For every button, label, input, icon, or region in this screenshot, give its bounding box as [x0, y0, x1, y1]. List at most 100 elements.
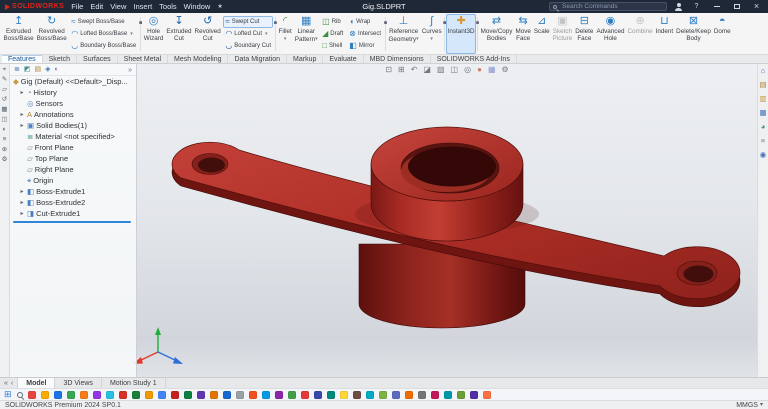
- tree-item[interactable]: ◨ Cut-Extrude1: [10, 208, 136, 219]
- rotate-tool-icon[interactable]: ↺: [2, 96, 7, 103]
- taskbar-app-icon[interactable]: [222, 390, 231, 399]
- ribbon-small-button[interactable]: ◡ Boundary Boss/Base: [69, 40, 138, 52]
- ribbon-button[interactable]: ◎ Hole Wizard: [142, 14, 165, 54]
- ribbon-small-button[interactable]: □ Shell: [320, 40, 345, 52]
- ribbon-button[interactable]: ▪: [443, 17, 447, 51]
- taskbar-app-icon[interactable]: [443, 390, 452, 399]
- user-account-icon[interactable]: [674, 2, 683, 11]
- zoom-tool-icon[interactable]: ⊕: [2, 146, 7, 153]
- ribbon-button[interactable]: ⊔ Indent: [654, 14, 675, 54]
- taskbar-app-icon[interactable]: [404, 390, 413, 399]
- forum-icon[interactable]: ◉: [760, 151, 767, 159]
- commandmanager-tab[interactable]: MBD Dimensions: [364, 55, 431, 63]
- tab-scroll-left-icon[interactable]: «: [4, 380, 8, 387]
- ribbon-button[interactable]: ↧ Extruded Cut: [165, 14, 193, 54]
- zoom-fit-icon[interactable]: ⊡: [385, 65, 392, 74]
- commandmanager-tab[interactable]: SOLIDWORKS Add-Ins: [431, 55, 517, 63]
- commandmanager-tab[interactable]: Sheet Metal: [118, 55, 169, 63]
- appearance-tool-icon[interactable]: ◐: [3, 126, 7, 133]
- tree-item[interactable]: ▱ Top Plane: [10, 153, 136, 164]
- taskbar-app-icon[interactable]: [469, 390, 478, 399]
- tree-item[interactable]: ⌖ Origin: [10, 175, 136, 186]
- model-tab[interactable]: Model: [18, 378, 56, 388]
- taskbar-search-icon[interactable]: [16, 391, 23, 398]
- expand-caret-icon[interactable]: [19, 188, 25, 195]
- ribbon-button[interactable]: ↺ Revolved Cut: [193, 14, 222, 54]
- ribbon-button[interactable]: ⊿ Scale: [532, 14, 551, 54]
- taskbar-app-icon[interactable]: [378, 390, 387, 399]
- hide-show-items-icon[interactable]: ◎: [464, 65, 471, 74]
- model-part[interactable]: [171, 126, 741, 329]
- expand-caret-icon[interactable]: [19, 111, 25, 118]
- taskbar-app-icon[interactable]: [313, 390, 322, 399]
- ribbon-button[interactable]: ▪: [384, 17, 387, 51]
- taskbar-app-icon[interactable]: [118, 390, 127, 399]
- taskbar-app-icon[interactable]: [170, 390, 179, 399]
- displaymanager-tab-icon[interactable]: ◐: [55, 66, 59, 74]
- ribbon-small-button[interactable]: ⊗ Intersect: [347, 28, 383, 40]
- taskbar-app-icon[interactable]: [261, 390, 270, 399]
- configurationmanager-tab-icon[interactable]: ▤: [35, 66, 42, 74]
- previous-view-icon[interactable]: ↶: [411, 65, 418, 74]
- expand-caret-icon[interactable]: [19, 122, 25, 129]
- expand-caret-icon[interactable]: [19, 199, 25, 206]
- expand-caret-icon[interactable]: [19, 89, 25, 96]
- tree-item[interactable]: ◧ Boss-Extrude2: [10, 197, 136, 208]
- taskbar-app-icon[interactable]: [430, 390, 439, 399]
- taskbar-app-icon[interactable]: [144, 390, 153, 399]
- ribbon-button[interactable]: ↻ Revolved Boss/Base: [35, 14, 68, 54]
- rollback-bar[interactable]: [13, 221, 131, 223]
- taskbar-app-icon[interactable]: [92, 390, 101, 399]
- tree-item[interactable]: ▱ Right Plane: [10, 164, 136, 175]
- ribbon-button[interactable]: ▪: [274, 17, 277, 51]
- propertymanager-tab-icon[interactable]: ◩: [24, 66, 31, 74]
- menu-pin-icon[interactable]: ★: [217, 4, 222, 10]
- design-library-icon[interactable]: ▤: [759, 81, 766, 89]
- commandmanager-tab[interactable]: Surfaces: [77, 55, 118, 63]
- taskbar-app-icon[interactable]: [352, 390, 361, 399]
- featuremanager-tab-icon[interactable]: ≣: [14, 66, 20, 74]
- graphics-area[interactable]: ⊡ ⊞ ↶ ◪ ▧ ◫ ◎ ● ▦ ⚙ ≣ ◩ ▤ ◈ ◐ » ◆ Gig (Default) <<Def…: [10, 64, 757, 377]
- taskbar-app-icon[interactable]: [131, 390, 140, 399]
- tree-root-item[interactable]: ◆ Gig (Default) <<Default>_Disp...: [10, 76, 136, 87]
- tab-scroll-right-icon[interactable]: ‹: [11, 380, 13, 387]
- taskbar-app-icon[interactable]: [66, 390, 75, 399]
- zoom-area-icon[interactable]: ⊞: [398, 65, 405, 74]
- tree-item[interactable]: ▱ Front Plane: [10, 142, 136, 153]
- unit-system-selector[interactable]: MMGS ▾: [736, 402, 763, 409]
- taskbar-app-icon[interactable]: [326, 390, 335, 399]
- taskbar-app-icon[interactable]: [40, 390, 49, 399]
- tree-item[interactable]: A Annotations: [10, 109, 136, 120]
- ribbon-button[interactable]: ▪: [476, 17, 480, 51]
- file-explorer-icon[interactable]: ▥: [759, 95, 766, 103]
- menu-item[interactable]: Tools: [159, 2, 177, 11]
- menu-item[interactable]: Window: [184, 2, 211, 11]
- ribbon-small-button[interactable]: ◠ Lofted Boss/Base: [69, 28, 138, 40]
- taskbar-app-icon[interactable]: [365, 390, 374, 399]
- tree-flyout-icon[interactable]: »: [128, 67, 132, 74]
- ribbon-button[interactable]: ⊕ Combine: [626, 14, 654, 54]
- ribbon-button[interactable]: ▦ Linear Pattern: [293, 14, 319, 54]
- windows-start-icon[interactable]: ⊞: [4, 390, 12, 399]
- taskbar-app-icon[interactable]: [105, 390, 114, 399]
- ribbon-button[interactable]: ▣ Sketch Picture: [551, 14, 574, 54]
- taskbar-app-icon[interactable]: [157, 390, 166, 399]
- view-palette-icon[interactable]: ▦: [759, 109, 766, 117]
- ribbon-button[interactable]: ◉ Advanced Hole: [595, 14, 626, 54]
- solidworks-resources-icon[interactable]: ⌂: [761, 67, 766, 75]
- search-commands-box[interactable]: [549, 2, 667, 11]
- ribbon-button[interactable]: ⊟ Delete Face: [574, 14, 595, 54]
- commandmanager-tab[interactable]: Mesh Modeling: [168, 55, 229, 63]
- taskbar-app-icon[interactable]: [79, 390, 88, 399]
- ribbon-button[interactable]: ↥ Extruded Boss/Base: [2, 14, 35, 54]
- dimxpertmanager-tab-icon[interactable]: ◈: [45, 66, 50, 74]
- ribbon-small-button[interactable]: ◡ Boundary Cut: [223, 40, 273, 52]
- ribbon-small-button[interactable]: ≈ Swept Cut: [223, 16, 273, 28]
- ribbon-small-button[interactable]: ≈ Swept Boss/Base: [69, 16, 138, 28]
- commandmanager-tab[interactable]: Markup: [287, 55, 324, 63]
- taskbar-app-icon[interactable]: [456, 390, 465, 399]
- apply-scene-icon[interactable]: ▦: [488, 65, 496, 74]
- custom-properties-icon[interactable]: ≡: [761, 137, 765, 145]
- tree-item[interactable]: ≣ Material <not specified>: [10, 131, 136, 142]
- ribbon-button[interactable]: ▪ ◫ Rib ◢ Draft □ Shell: [319, 14, 346, 54]
